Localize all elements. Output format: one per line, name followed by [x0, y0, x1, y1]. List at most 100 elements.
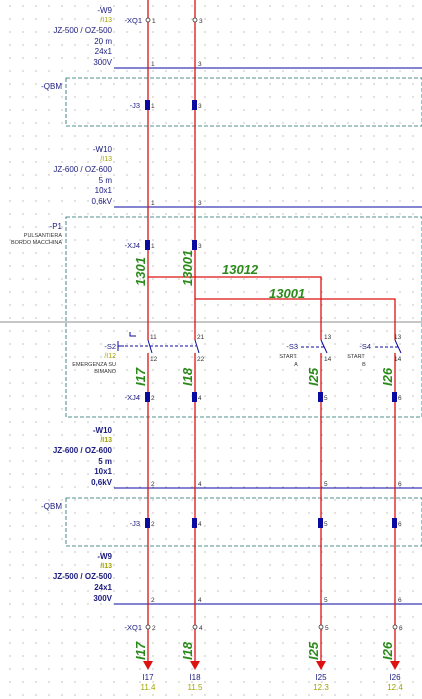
terminal-circles: [145, 17, 398, 630]
wire-label-i25-bottom: I25: [306, 641, 321, 660]
svg-text:3: 3: [199, 18, 203, 25]
box-p1-label: -P1: [50, 222, 63, 231]
svg-text:4: 4: [198, 395, 202, 402]
terminal-tag-xj4-b: -XJ4: [125, 393, 140, 402]
wire-label-i17: I17: [133, 367, 148, 386]
svg-text:4: 4: [198, 597, 202, 604]
cable-voltage: 0,6kV: [91, 478, 113, 487]
svg-text:2: 2: [151, 481, 155, 488]
destination-ref: 12.4: [387, 683, 403, 692]
schematic-canvas: -W9 /I13 JZ-500 / OZ-500 20 m 24x1 300V …: [0, 0, 422, 696]
wire-label-13001-vertical: 13001: [180, 250, 195, 286]
destination-ref: 11.4: [141, 683, 157, 692]
cable-length: 5 m: [99, 176, 113, 185]
svg-text:12: 12: [150, 356, 158, 363]
svg-text:5: 5: [324, 395, 328, 402]
wire-label-13001: 13001: [269, 286, 305, 301]
svg-text:2: 2: [151, 395, 155, 402]
svg-text:4: 4: [199, 625, 203, 632]
cable-type: JZ-500 / OZ-500: [53, 26, 112, 35]
device-s3-id: -S3: [286, 342, 298, 351]
box-p1-sub1: PULSANTIERA: [24, 233, 63, 239]
destination-name: I17: [142, 673, 154, 682]
cable-type: JZ-500 / OZ-500: [53, 572, 113, 581]
frame-qbm-top: [65, 77, 422, 127]
svg-text:22: 22: [197, 356, 205, 363]
destination-name: I25: [315, 673, 327, 682]
cable-ref: /I13: [100, 437, 112, 444]
terminal-tag-xq1-top: -XQ1: [124, 16, 142, 25]
box-qbm-bottom-label: -QBM: [41, 502, 62, 511]
destination-labels: I17 11.4 I18 11.5 I25 12.3 I26 12.4: [141, 673, 404, 692]
device-s4-desc1: START: [347, 354, 365, 360]
cable-ref: /I13: [100, 17, 112, 24]
svg-text:1: 1: [151, 61, 155, 68]
cable-id: -W10: [93, 145, 113, 154]
destination-name: I26: [389, 673, 401, 682]
wire-label-i17-bottom: I17: [133, 641, 148, 660]
wire-label-i18-bottom: I18: [180, 641, 195, 660]
device-s3-desc1: START: [279, 354, 297, 360]
terminal-tag-xj4-a: -XJ4: [125, 241, 140, 250]
svg-text:3: 3: [198, 200, 202, 207]
dot-grid: [9, 5, 414, 696]
switch-s2: [117, 332, 200, 354]
destination-ref: 11.5: [188, 683, 204, 692]
cable-length: 20 m: [94, 37, 112, 46]
terminal-tag-j3-b: -J3: [130, 519, 140, 528]
destination-ref: 12.3: [313, 683, 329, 692]
svg-text:5: 5: [324, 521, 328, 528]
wires: [147, 0, 396, 665]
connector-plugs: [145, 100, 397, 528]
svg-text:6: 6: [398, 481, 402, 488]
cable-voltage: 0,6kV: [92, 197, 113, 206]
svg-text:6: 6: [398, 395, 402, 402]
cable-voltage: 300V: [93, 58, 112, 67]
svg-text:5: 5: [324, 481, 328, 488]
cable-id: -W9: [97, 552, 112, 561]
svg-text:1: 1: [152, 18, 156, 25]
device-s2-desc2: BIMANO: [94, 369, 116, 375]
svg-text:5: 5: [324, 597, 328, 604]
wire-label-i25: I25: [306, 367, 321, 386]
box-qbm-top-label: -QBM: [41, 82, 62, 91]
device-s2-id: -S2: [104, 342, 116, 351]
svg-text:3: 3: [198, 103, 202, 110]
destination-name: I18: [189, 673, 201, 682]
svg-text:6: 6: [398, 521, 402, 528]
frame-p1: [65, 216, 422, 418]
wire-label-i26: I26: [380, 367, 395, 386]
terminal-tag-xq1-bottom: -XQ1: [124, 623, 142, 632]
cable-length: 5 m: [98, 457, 112, 466]
cable-type: JZ-600 / OZ-600: [53, 446, 113, 455]
svg-text:11: 11: [150, 334, 157, 341]
svg-text:2: 2: [151, 521, 155, 528]
device-s2-ref: /I12: [104, 353, 116, 360]
svg-text:2: 2: [152, 625, 156, 632]
svg-text:2: 2: [151, 597, 155, 604]
cable-id: -W9: [97, 6, 112, 15]
svg-text:13: 13: [394, 334, 402, 341]
cable-type: JZ-600 / OZ-600: [53, 165, 112, 174]
svg-text:6: 6: [398, 597, 402, 604]
svg-text:1: 1: [151, 243, 155, 250]
device-s4-id: -S4: [359, 342, 371, 351]
svg-text:4: 4: [198, 481, 202, 488]
pin-numbers: 1 3 1 3 1 3 1 3 1 3 11 12 21 22 13 14 13…: [150, 18, 403, 632]
svg-text:5: 5: [325, 625, 329, 632]
box-p1-sub2: BORDO MACCHINA: [11, 240, 62, 246]
svg-text:21: 21: [197, 334, 205, 341]
cable-voltage: 300V: [93, 594, 112, 603]
svg-text:14: 14: [394, 356, 402, 363]
device-s3-desc2: A: [294, 362, 298, 368]
cable-ref: /I13: [100, 563, 112, 570]
device-s2-desc1: EMERGENZA SU: [72, 362, 116, 368]
wire-label-1301: 1301: [133, 257, 148, 286]
svg-text:13: 13: [324, 334, 332, 341]
svg-text:6: 6: [399, 625, 403, 632]
svg-text:14: 14: [324, 356, 332, 363]
wire-label-13012: 13012: [222, 262, 259, 277]
svg-text:3: 3: [198, 61, 202, 68]
switch-s3: [301, 339, 328, 354]
wire-label-i18: I18: [180, 367, 195, 386]
